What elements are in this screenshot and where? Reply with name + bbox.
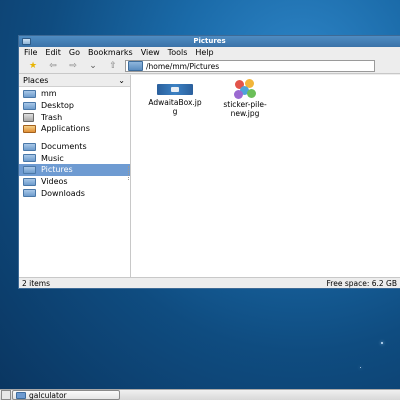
desktop-sparkle [360,367,361,368]
places-sidebar: Places ⌄ mm Desktop Trash Applications D… [19,75,131,277]
toolbar: ★ ⇦ ⇨ ⌄ ⇧ /home/mm/Pictures [19,59,400,74]
folder-icon [23,177,36,186]
folder-icon [23,154,36,163]
trash-icon [23,112,34,122]
menu-view[interactable]: View [141,47,160,59]
sidebar-item-label: Trash [41,112,63,122]
image-thumbnail-icon [157,84,193,95]
menu-go[interactable]: Go [69,47,80,59]
back-arrow-icon[interactable]: ⇦ [43,60,63,73]
file-name-line2: new.jpg [230,109,260,118]
file-item[interactable]: AdwaitaBox.jp g [139,78,211,116]
window-titlebar[interactable]: Pictures [19,36,400,47]
desktop-folder-icon [23,101,36,110]
sidebar-item-label: Videos [41,177,68,187]
window-title: Pictures [193,37,226,45]
sidebar-item-label: Pictures [41,165,73,175]
file-manager-window[interactable]: Pictures File Edit Go Bookmarks View Too… [18,35,400,289]
sidebar-item-label: Documents [41,142,87,152]
sidebar-item-applications[interactable]: Applications [19,123,130,135]
menu-edit[interactable]: Edit [45,47,61,59]
file-name-line2: g [172,107,178,116]
free-space: Free space: 6.2 GB [326,278,397,288]
sidebar-item-label: mm [41,89,57,99]
sidebar-item-downloads[interactable]: Downloads [19,188,130,200]
sidebar-item-label: Applications [41,124,90,134]
path-field[interactable]: /home/mm/Pictures [125,60,375,72]
taskbar-start-button[interactable] [1,390,11,400]
up-arrow-icon[interactable]: ⇧ [103,60,123,73]
file-name-line1: sticker-pile- [223,100,267,109]
sidebar-item-videos[interactable]: Videos [19,176,130,188]
sidebar-title: Places [23,76,49,85]
file-view[interactable]: AdwaitaBox.jp g sticker-pile- new.jpg [131,75,400,277]
sidebar-item-trash[interactable]: Trash [19,111,130,123]
taskbar: galculator [0,389,400,400]
forward-arrow-icon[interactable]: ⇨ [63,60,83,73]
item-count: 2 items [22,278,51,288]
sidebar-item-label: Music [41,153,64,163]
status-bar: 2 items Free space: 6.2 GB [19,277,400,288]
history-dropdown-icon[interactable]: ⌄ [83,60,103,73]
applications-icon [23,124,36,133]
folder-icon [128,61,143,71]
menu-file[interactable]: File [24,47,37,59]
sidebar-item-label: Downloads [41,188,85,198]
file-item[interactable]: sticker-pile- new.jpg [209,78,281,118]
sidebar-item-label: Desktop [41,101,74,111]
image-thumbnail-icon [234,78,256,100]
folder-icon [23,189,36,198]
menu-tools[interactable]: Tools [168,47,188,59]
places-list: mm Desktop Trash Applications Documents … [19,87,130,199]
menu-bookmarks[interactable]: Bookmarks [88,47,133,59]
file-name-line1: AdwaitaBox.jp [148,98,202,107]
sidebar-item-desktop[interactable]: Desktop [19,100,130,112]
home-folder-icon [23,89,36,98]
sidebar-item-documents[interactable]: Documents [19,141,130,153]
chevron-down-icon[interactable]: ⌄ [118,76,125,85]
menubar: File Edit Go Bookmarks View Tools Help [19,47,400,59]
menu-help[interactable]: Help [195,47,213,59]
window-icon [16,391,26,399]
folder-icon [23,165,36,174]
sidebar-item-mm[interactable]: mm [19,88,130,100]
taskbar-item-galculator[interactable]: galculator [12,390,120,400]
taskbar-item-label: galculator [29,390,67,400]
folder-icon [23,142,36,151]
bookmark-star-icon[interactable]: ★ [23,60,43,73]
path-text: /home/mm/Pictures [146,61,220,71]
sidebar-item-pictures[interactable]: Pictures [19,164,130,176]
main-content: Places ⌄ mm Desktop Trash Applications D… [19,75,400,277]
desktop-sparkle [381,342,383,344]
sidebar-item-music[interactable]: Music [19,152,130,164]
sidebar-header[interactable]: Places ⌄ [19,75,130,87]
